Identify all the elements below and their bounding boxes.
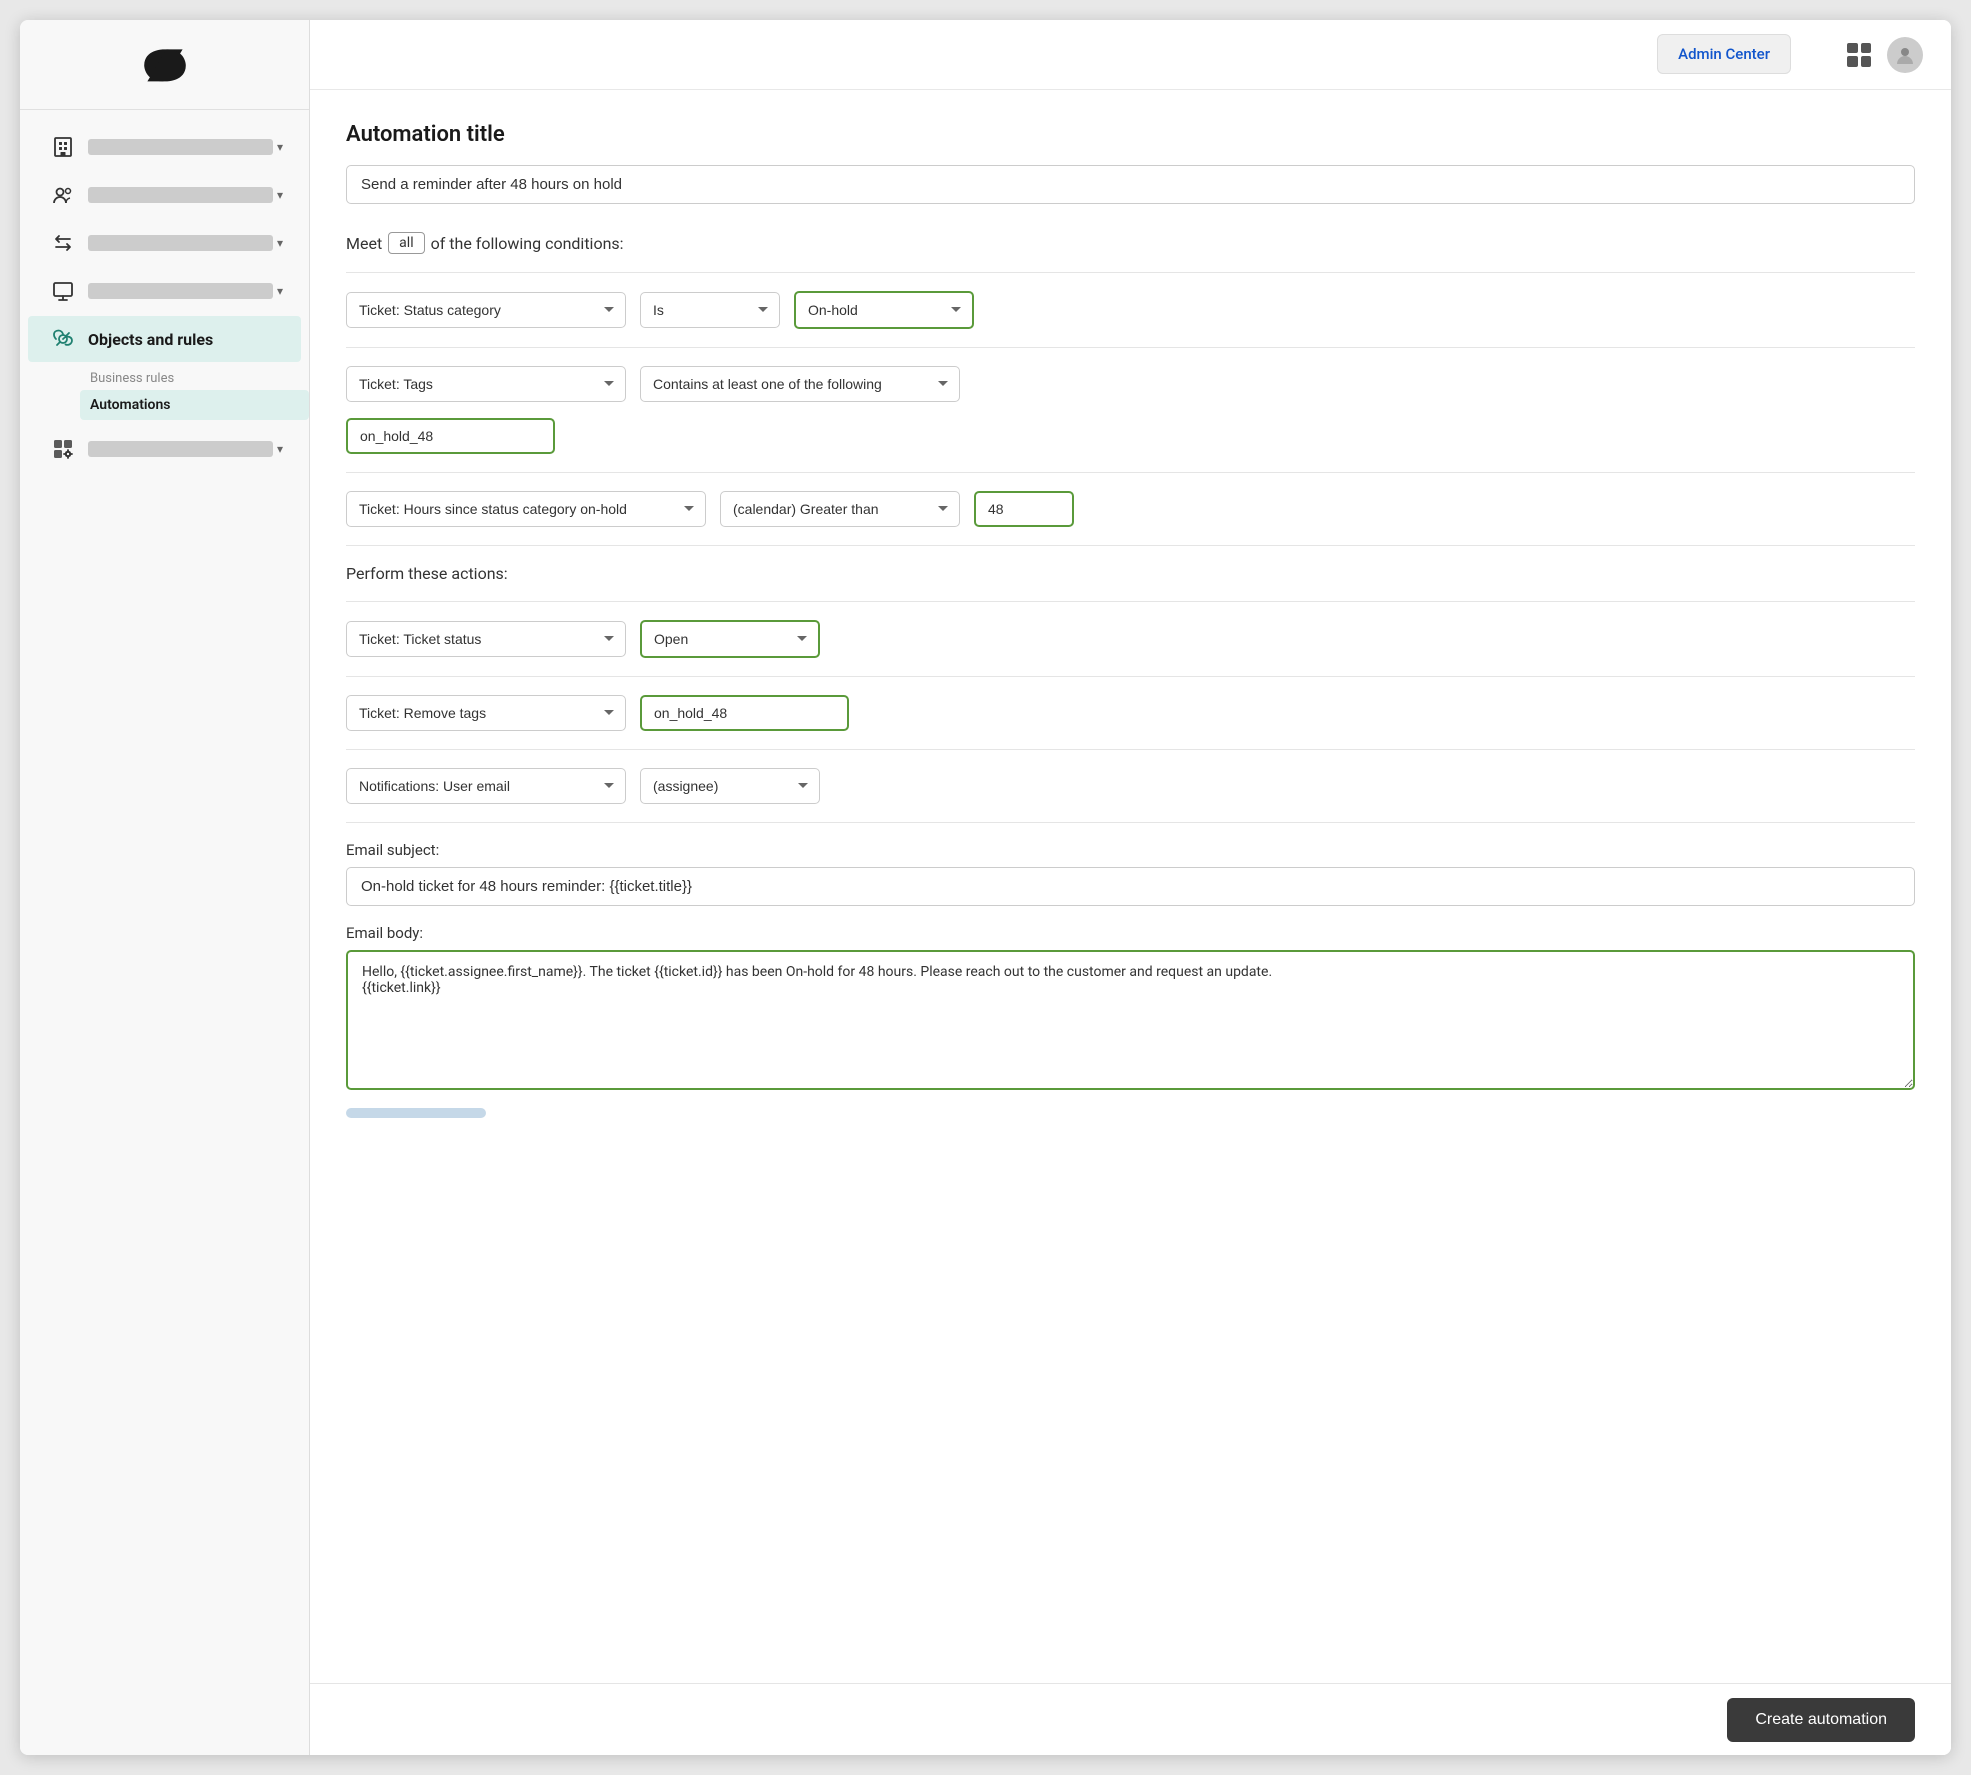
arrows-icon bbox=[46, 232, 80, 254]
cond2-tag-input[interactable] bbox=[346, 418, 555, 454]
action-row-1: Ticket: Ticket status Open bbox=[346, 620, 1915, 658]
sidebar-item-monitor[interactable]: ▾ bbox=[28, 268, 301, 314]
building-icon bbox=[46, 136, 80, 158]
bottom-bar: Create automation bbox=[310, 1683, 1951, 1755]
cond2-field-select[interactable]: Ticket: Tags bbox=[346, 366, 626, 402]
main-content: Admin Center Automation title Meet all o… bbox=[310, 20, 1951, 1755]
logo bbox=[20, 20, 309, 110]
sidebar-sub-nav: Business rules Automations bbox=[20, 364, 309, 424]
people-icon bbox=[46, 184, 80, 206]
monitor-icon bbox=[46, 280, 80, 302]
meet-label: Meet bbox=[346, 234, 382, 253]
condition-row-2: Ticket: Tags Contains at least one of th… bbox=[346, 366, 1915, 402]
act2-tag-input[interactable] bbox=[640, 695, 849, 731]
sidebar-item-apps[interactable]: ▾ bbox=[28, 426, 301, 472]
zendesk-logo bbox=[133, 43, 197, 87]
act3-value-select[interactable]: (assignee) bbox=[640, 768, 820, 804]
action-row-2: Ticket: Remove tags bbox=[346, 695, 1915, 731]
condition-row-1: Ticket: Status category Is On-hold bbox=[346, 291, 1915, 329]
divider-3 bbox=[346, 472, 1915, 473]
cond3-operator-select[interactable]: (calendar) Greater than bbox=[720, 491, 960, 527]
form-title: Automation title bbox=[346, 122, 1915, 147]
email-body-label: Email body: bbox=[346, 924, 1915, 942]
user-icon[interactable] bbox=[1887, 37, 1923, 73]
sidebar-item-channels[interactable]: ▾ bbox=[28, 220, 301, 266]
sidebar-item-apps-label bbox=[88, 441, 273, 457]
email-body-textarea[interactable]: Hello, {{ticket.assignee.first_name}}. T… bbox=[346, 950, 1915, 1090]
sidebar-sub-item-business-rules: Business rules bbox=[80, 364, 309, 390]
objects-icon bbox=[46, 328, 80, 350]
chevron-down-icon: ▾ bbox=[277, 140, 283, 154]
divider-4 bbox=[346, 545, 1915, 546]
apps-icon bbox=[46, 438, 80, 460]
cond1-operator-select[interactable]: Is bbox=[640, 292, 780, 328]
admin-center-label: Admin Center bbox=[1678, 45, 1770, 63]
action-row-3: Notifications: User email (assignee) bbox=[346, 768, 1915, 804]
chevron-down-icon-4: ▾ bbox=[277, 284, 283, 298]
all-badge[interactable]: all bbox=[388, 232, 424, 254]
cond1-field-select[interactable]: Ticket: Status category bbox=[346, 292, 626, 328]
divider-6 bbox=[346, 676, 1915, 677]
cond2-operator-select[interactable]: Contains at least one of the following bbox=[640, 366, 960, 402]
act1-field-select[interactable]: Ticket: Ticket status bbox=[346, 621, 626, 657]
act2-field-select[interactable]: Ticket: Remove tags bbox=[346, 695, 626, 731]
sidebar-item-channels-label bbox=[88, 235, 273, 251]
sidebar: ▾ ▾ ▾ bbox=[20, 20, 310, 1755]
cond3-number-input[interactable] bbox=[974, 491, 1074, 527]
sidebar-item-building[interactable]: ▾ bbox=[28, 124, 301, 170]
sidebar-item-people[interactable]: ▾ bbox=[28, 172, 301, 218]
divider-2 bbox=[346, 347, 1915, 348]
divider-5 bbox=[346, 601, 1915, 602]
email-subject-label: Email subject: bbox=[346, 841, 1915, 859]
sidebar-item-people-label bbox=[88, 187, 273, 203]
conditions-header: Meet all of the following conditions: bbox=[346, 232, 1915, 254]
business-rules-label: Business rules bbox=[90, 371, 174, 386]
sidebar-item-objects-label: Objects and rules bbox=[88, 330, 283, 349]
top-bar: Admin Center bbox=[310, 20, 1951, 90]
sidebar-sub-item-automations[interactable]: Automations bbox=[80, 390, 309, 420]
chevron-down-icon-5: ▾ bbox=[277, 442, 283, 456]
divider-8 bbox=[346, 822, 1915, 823]
act1-value-select[interactable]: Open bbox=[640, 620, 820, 658]
cond1-value-select[interactable]: On-hold bbox=[794, 291, 974, 329]
sidebar-item-monitor-label bbox=[88, 283, 273, 299]
condition-row-3: Ticket: Hours since status category on-h… bbox=[346, 491, 1915, 527]
grid-icon[interactable] bbox=[1847, 43, 1871, 67]
email-subject-input[interactable] bbox=[346, 867, 1915, 906]
sidebar-nav: ▾ ▾ ▾ bbox=[20, 110, 309, 1755]
scroll-indicator bbox=[346, 1108, 486, 1118]
conditions-suffix: of the following conditions: bbox=[431, 234, 624, 253]
form-area: Automation title Meet all of the followi… bbox=[310, 90, 1951, 1683]
actions-header: Perform these actions: bbox=[346, 564, 1915, 583]
automations-label: Automations bbox=[90, 397, 171, 413]
automation-title-input[interactable] bbox=[346, 165, 1915, 204]
sidebar-item-building-label bbox=[88, 139, 273, 155]
divider-7 bbox=[346, 749, 1915, 750]
divider-1 bbox=[346, 272, 1915, 273]
admin-center-dropdown[interactable]: Admin Center bbox=[1657, 34, 1791, 74]
chevron-down-icon-2: ▾ bbox=[277, 188, 283, 202]
sidebar-item-objects[interactable]: Objects and rules bbox=[28, 316, 301, 362]
chevron-down-icon-3: ▾ bbox=[277, 236, 283, 250]
cond3-field-select[interactable]: Ticket: Hours since status category on-h… bbox=[346, 491, 706, 527]
act3-field-select[interactable]: Notifications: User email bbox=[346, 768, 626, 804]
create-automation-button[interactable]: Create automation bbox=[1727, 1698, 1915, 1742]
